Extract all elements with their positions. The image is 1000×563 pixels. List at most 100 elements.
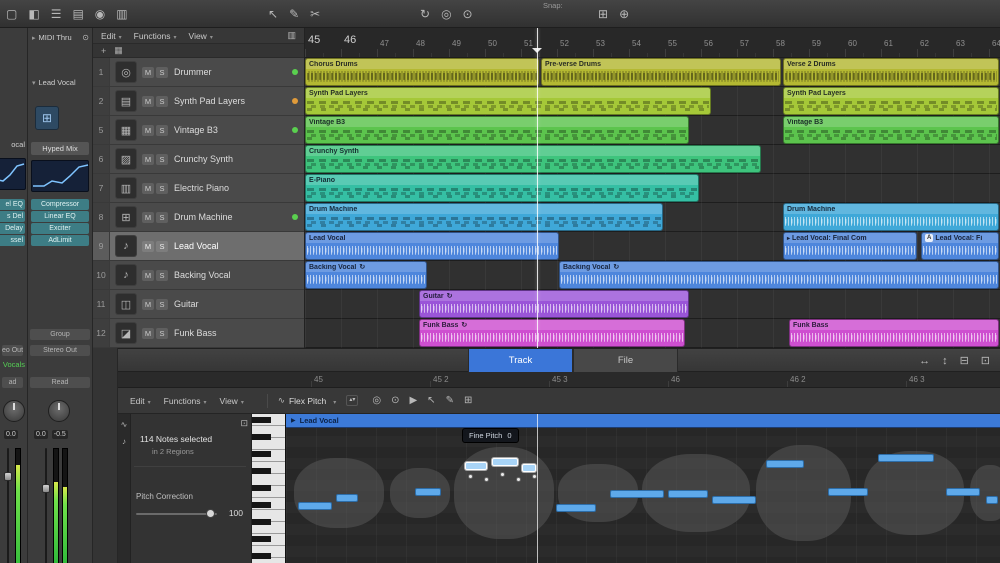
mute-button[interactable]: M xyxy=(142,183,154,194)
plugin-slot[interactable]: Compressor xyxy=(31,199,89,210)
pitch-note[interactable] xyxy=(522,464,536,472)
piano-keyboard[interactable] xyxy=(252,414,286,563)
region[interactable]: Verse 2 Drums xyxy=(783,58,999,86)
region[interactable]: Backing Vocal ↻ xyxy=(305,261,427,289)
tab-track[interactable]: Track xyxy=(468,349,573,373)
solo-button[interactable]: S xyxy=(156,328,168,339)
region[interactable]: Funk Bass ↻ xyxy=(419,319,685,347)
fader-handle[interactable] xyxy=(4,472,12,481)
editor-playhead[interactable] xyxy=(537,414,538,563)
grid-icon[interactable] xyxy=(598,7,608,21)
region[interactable]: Drum Machine xyxy=(305,203,663,231)
solo-button[interactable]: S xyxy=(156,67,168,78)
midi-in-icon[interactable] xyxy=(391,395,399,406)
monitor-icon[interactable] xyxy=(6,7,17,21)
group-slot[interactable]: Group xyxy=(30,329,90,340)
fader-handle[interactable] xyxy=(42,484,50,493)
pitch-note[interactable] xyxy=(298,502,332,510)
note-handle[interactable] xyxy=(468,474,473,479)
region[interactable]: Backing Vocal ↻ xyxy=(559,261,999,289)
inspector-icon[interactable] xyxy=(28,7,39,21)
note-handle[interactable] xyxy=(516,477,521,482)
region[interactable]: Funk Bass xyxy=(789,319,999,347)
automation-mode-slot[interactable]: Read xyxy=(30,377,90,388)
track-row[interactable]: 1 M S Drummer xyxy=(93,58,304,87)
solo-button[interactable]: S xyxy=(156,154,168,165)
functions-menu[interactable]: Functions xyxy=(164,396,207,406)
mute-button[interactable]: M xyxy=(142,96,154,107)
track-row[interactable]: 2 M S Synth Pad Layers xyxy=(93,87,304,116)
pitch-note[interactable] xyxy=(766,460,804,468)
plugin-slot[interactable]: el EQ xyxy=(0,199,25,210)
slider-knob[interactable] xyxy=(206,509,215,518)
mute-button[interactable]: M xyxy=(142,125,154,136)
solo-button[interactable]: S xyxy=(156,183,168,194)
loop-icon[interactable] xyxy=(420,7,430,21)
play-icon[interactable] xyxy=(409,395,417,406)
pointer-icon[interactable] xyxy=(427,395,435,406)
editor-ruler[interactable]: 4545 245 34646 246 3 xyxy=(118,372,1000,388)
track-stack-icon[interactable] xyxy=(114,45,123,56)
mute-button[interactable]: M xyxy=(142,212,154,223)
smart-controls-icon[interactable] xyxy=(72,7,83,21)
solo-button[interactable]: S xyxy=(156,125,168,136)
snap-menu[interactable]: Snap: xyxy=(543,1,563,10)
scissors-tool-icon[interactable] xyxy=(310,7,320,21)
strip-output[interactable]: eo Out xyxy=(2,345,23,356)
mute-button[interactable]: M xyxy=(142,241,154,252)
pitch-note[interactable] xyxy=(946,488,980,496)
pitch-note[interactable] xyxy=(492,458,518,466)
plugin-slot[interactable]: AdLimit xyxy=(31,235,89,246)
pan-knob[interactable] xyxy=(48,400,70,422)
add-track-icon[interactable] xyxy=(101,46,106,56)
solo-button[interactable]: S xyxy=(156,241,168,252)
region[interactable]: Drum Machine xyxy=(783,203,999,231)
track-row[interactable]: 10 M S Backing Vocal xyxy=(93,261,304,290)
catch-icon[interactable] xyxy=(441,7,451,21)
region[interactable]: Synth Pad Layers xyxy=(783,87,999,115)
edit-menu[interactable]: Edit xyxy=(101,31,122,41)
pencil-tool-icon[interactable] xyxy=(289,7,299,21)
mute-button[interactable]: M xyxy=(142,154,154,165)
view-menu[interactable]: View xyxy=(220,396,244,406)
track-row[interactable]: 5 M S Vintage B3 xyxy=(93,116,304,145)
track-row[interactable]: 7 M S Electric Piano xyxy=(93,174,304,203)
pointer-tool-icon[interactable] xyxy=(268,7,278,21)
region[interactable]: Vintage B3 xyxy=(783,116,999,144)
region[interactable]: Guitar ↻ xyxy=(419,290,689,318)
editor-region-header[interactable]: Lead Vocal xyxy=(286,414,1000,428)
region[interactable]: Chorus Drums xyxy=(305,58,539,86)
notes-icon[interactable] xyxy=(122,437,126,446)
link-icon[interactable] xyxy=(981,354,990,367)
solo-button[interactable]: S xyxy=(156,212,168,223)
pitch-note[interactable] xyxy=(828,488,868,496)
pitch-note[interactable] xyxy=(336,494,358,502)
fit-icon[interactable] xyxy=(960,354,969,367)
region[interactable]: Synth Pad Layers xyxy=(305,87,711,115)
pitch-note[interactable] xyxy=(415,488,441,496)
pitch-note[interactable] xyxy=(465,462,487,470)
mute-button[interactable]: M xyxy=(142,270,154,281)
pitch-note[interactable] xyxy=(556,504,596,512)
track-row[interactable]: 11 M S Guitar xyxy=(93,290,304,319)
volume-fader[interactable] xyxy=(42,448,50,563)
transport-icon[interactable] xyxy=(95,7,105,21)
edit-menu[interactable]: Edit xyxy=(130,396,151,406)
pencil-icon[interactable] xyxy=(446,395,454,406)
track-row[interactable]: 12 M S Funk Bass xyxy=(93,319,304,348)
header-options-icon[interactable] xyxy=(287,30,296,41)
pitch-correction-slider[interactable]: 100 xyxy=(136,508,245,519)
mute-button[interactable]: M xyxy=(142,328,154,339)
list-editor-icon[interactable] xyxy=(116,7,127,21)
region[interactable]: Vintage B3 xyxy=(305,116,689,144)
bar-ruler[interactable]: 4546474849505152535455565758596061626364 xyxy=(305,28,1000,58)
stepper-icons[interactable]: ▴▾ xyxy=(346,395,358,406)
functions-menu[interactable]: Functions xyxy=(134,31,177,41)
plugin-slot[interactable]: s Del xyxy=(0,211,25,222)
note-handle[interactable] xyxy=(484,477,489,482)
plugin-slot[interactable]: Exciter xyxy=(31,223,89,234)
catch-icon[interactable] xyxy=(372,395,381,406)
pitch-note[interactable] xyxy=(986,496,998,504)
strip-automation-mode[interactable]: ad xyxy=(2,377,23,388)
zoom-v-icon[interactable] xyxy=(942,354,948,367)
